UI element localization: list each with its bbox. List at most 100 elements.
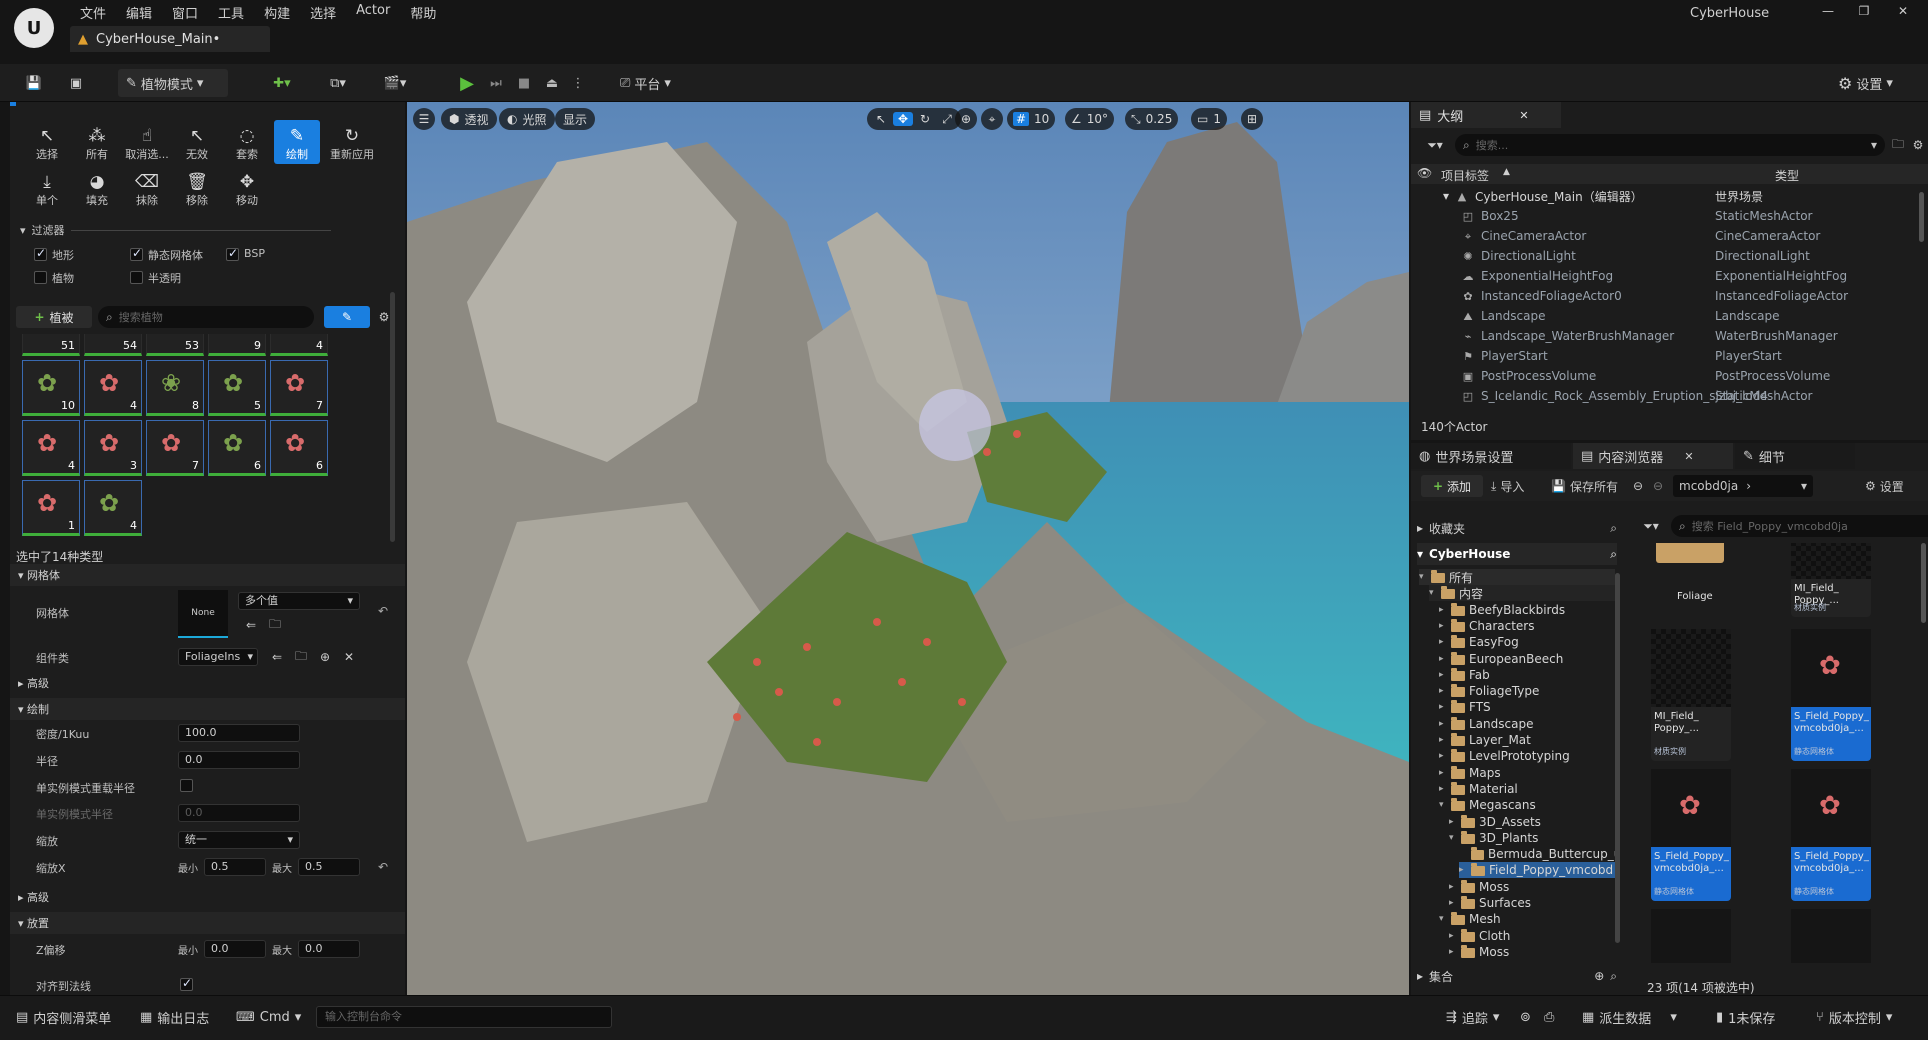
perspective-button[interactable]: ⬢ 透视 [441,108,497,130]
tool-move[interactable]: ✥ 移动 [224,166,270,210]
collections-header[interactable]: ▸ 集合 ⊕ ⌕ [1417,965,1617,987]
scalex-min-input[interactable]: 0.5 [204,858,266,876]
chevron-right-icon[interactable]: ▸ [1449,882,1457,892]
camera-speed-button[interactable]: ▭ 1 [1191,108,1227,130]
paint-section-header[interactable]: ▾ 绘制 [10,698,405,720]
tab-content-browser[interactable]: ▤ 内容浏览器 ✕ [1573,443,1733,469]
chevron-down-icon[interactable]: ▾ [1439,914,1447,924]
save-icon[interactable]: 💾 [22,69,46,97]
add-foliage-button[interactable]: + 植被 [16,306,92,328]
folder-tree-item[interactable]: ▸ Cloth [1449,928,1615,944]
folder-tree-item[interactable]: ▾ 所有 [1419,569,1615,585]
reset-icon[interactable]: ↶ [374,602,392,620]
play-icon[interactable]: ▶ [455,69,479,97]
tool-select-all[interactable]: ⁂ 所有 [74,120,120,164]
reset-icon[interactable]: ↶ [374,858,392,876]
chevron-down-icon[interactable]: ▾ [1439,800,1447,810]
close-icon[interactable]: ✕ [1890,2,1916,20]
folder-tree-item[interactable]: ▸ Landscape [1439,716,1615,732]
asset-tile[interactable]: MI_Field_ Poppy_... 材质实例 [1791,543,1871,617]
asset-tile[interactable] [1651,909,1731,963]
filter-bsp-checkbox[interactable] [226,246,239,261]
close-icon[interactable]: ✕ [1684,450,1693,463]
mesh-section-header[interactable]: ▾ 网格体 [10,564,405,586]
grid-snap-button[interactable]: # 10 [1007,108,1056,130]
foliage-thumb[interactable]: ✿ 3 [84,420,142,476]
outliner-world-row[interactable]: ▾ ▲ CyberHouse_Main（编辑器） 世界场景 [1411,186,1928,206]
screenshot-icon[interactable]: ⎙ [1544,1006,1554,1028]
foliage-thumb[interactable]: ❀ 8 [146,360,204,416]
chevron-right-icon[interactable]: ▸ [1439,784,1447,794]
asset-search[interactable]: ⌕ 搜索 Field_Poppy_vmcobd0ja [1671,515,1928,537]
asset-tile[interactable]: ✿ S_Field_Poppy_ vmcobd0ja_... 静态网格体 [1651,769,1731,901]
derived-data-button[interactable]: ▦ 派生数据 ▾ [1582,1006,1677,1028]
filter-landscape-checkbox[interactable] [34,246,47,261]
visibility-icon[interactable]: 👁 [1417,166,1432,180]
cinematics-icon[interactable]: 🎬▾ [375,69,415,97]
palette-scrollbar[interactable] [390,292,395,542]
favorites-header[interactable]: ▸ 收藏夹 ⌕ [1417,517,1617,539]
blueprint-icon[interactable]: ⧉▾ [318,69,358,97]
chevron-down-icon[interactable]: ▾ [1419,572,1427,582]
rotate-icon[interactable]: ↻ [915,112,935,126]
tab-details[interactable]: ✎ 细节 [1735,443,1855,469]
restore-icon[interactable]: ❐ [1851,2,1877,20]
scalex-max-input[interactable]: 0.5 [298,858,360,876]
chevron-right-icon[interactable]: ▸ [1459,865,1467,875]
browse-asset-icon[interactable]: 🗀 [292,648,310,666]
menu-build[interactable]: 构建 [254,0,300,22]
foliage-thumb[interactable]: ✿4 [84,480,142,536]
folder-tree-item[interactable]: ▸ Characters [1439,618,1615,634]
path-breadcrumb[interactable]: mcobd0ja › ▾ [1673,475,1813,497]
folder-tree-item[interactable]: ▸ EasyFog [1439,634,1615,650]
history-back-icon[interactable]: ⊖ [1629,475,1647,497]
chevron-right-icon[interactable]: ▸ [1439,605,1447,615]
unreal-logo-icon[interactable]: U [14,8,54,48]
outliner-actor-row[interactable]: ⚑ PlayerStart PlayerStart [1411,346,1928,366]
level-tab[interactable]: ▲ CyberHouse_Main• [70,26,270,52]
menu-select[interactable]: 选择 [300,0,346,22]
outliner-actor-row[interactable]: ◰ Box25 StaticMeshActor [1411,206,1928,226]
tool-paint[interactable]: ✎ 绘制 [274,120,320,164]
chevron-down-icon[interactable]: ▾ [1443,189,1449,203]
chevron-right-icon[interactable]: ▸ [1439,686,1447,696]
outliner-tab[interactable]: ▤ 大纲 ✕ [1411,102,1561,128]
single-instance-override-checkbox[interactable] [180,779,193,792]
outliner-actor-row[interactable]: ☁ ExponentialHeightFog ExponentialHeightFo… [1411,266,1928,286]
mesh-thumbnail[interactable]: None [178,590,228,638]
zoffset-min-input[interactable]: 0.0 [204,940,266,958]
menu-tools[interactable]: 工具 [208,0,254,22]
menu-file[interactable]: 文件 [70,0,116,22]
chevron-right-icon[interactable]: ▸ [1439,735,1447,745]
foliage-thumb[interactable]: ✿4 [22,420,80,476]
outliner-scrollbar[interactable] [1919,192,1924,242]
chevron-right-icon[interactable]: ▸ [1439,621,1447,631]
chevron-down-icon[interactable]: ▾ [1429,588,1437,598]
column-type[interactable]: 类型 [1775,167,1799,184]
folder-tree-item[interactable]: ▸ FTS [1439,699,1615,715]
folder-tree-item[interactable]: ▾ Mesh [1439,911,1615,927]
chevron-right-icon[interactable]: ▸ [1449,898,1457,908]
folder-tree-item[interactable]: ▸ Field_Poppy_vmcobd [1459,862,1615,879]
save-all-button[interactable]: 💾 保存所有 [1551,475,1618,497]
chevron-right-icon[interactable]: ▸ [1439,719,1447,729]
column-item-label[interactable]: 项目标签 [1441,167,1489,184]
outliner-search[interactable]: ⌕ 搜索... ▾ [1455,134,1885,156]
outliner-actor-row[interactable]: ✺ DirectionalLight DirectionalLight [1411,246,1928,266]
chevron-down-icon[interactable]: ▾ [1449,833,1457,843]
foliage-thumb[interactable]: ✿ 54 [84,334,142,356]
filter-icon[interactable]: ⏷▾ [1421,134,1449,156]
folder-tree-item[interactable]: ▸ Material [1439,781,1615,797]
use-selected-icon[interactable]: ⇐ [242,616,260,634]
output-log-button[interactable]: ▦ 输出日志 [140,1006,209,1028]
foliage-thumb[interactable]: ✿ 53 [146,334,204,356]
foliage-thumb[interactable]: ✿ 51 [22,334,80,356]
trace-button[interactable]: ⇶ 追踪 ▾ [1446,1006,1499,1028]
gear-icon[interactable]: ⚙ [1909,134,1927,156]
paint-view-toggle[interactable]: ✎ [324,306,370,328]
tool-invalid[interactable]: ↖ 无效 [174,120,220,164]
tool-select[interactable]: ↖ 选择 [24,120,70,164]
unsaved-button[interactable]: ▮ 1未保存 [1716,1006,1775,1028]
settings-button[interactable]: ⚙ 设置 ▾ [1838,69,1918,97]
tool-erase[interactable]: ⌫ 抹除 [124,166,170,210]
